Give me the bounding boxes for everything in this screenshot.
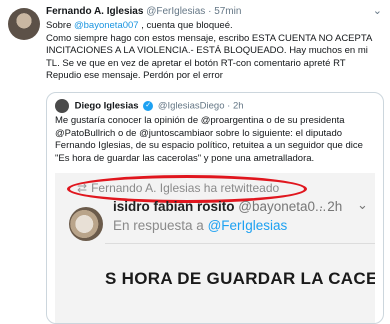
tweet-text-body: Como siempre hago con estos mensaje, esc…	[46, 32, 372, 82]
tweet-header: Fernando A. Iglesias @FerIglesias · 57mi…	[46, 6, 241, 17]
tweet-text-prefix: Sobre	[46, 20, 74, 31]
embedded-reply-prefix: En respuesta a	[113, 218, 208, 233]
chevron-down-icon[interactable]: ⌄	[373, 4, 382, 17]
verified-icon: ✓	[143, 101, 154, 111]
embedded-author-name: isidro fabian rosito	[113, 199, 235, 214]
author-name[interactable]: Fernando A. Iglesias	[46, 6, 143, 17]
embedded-reply-line: En respuesta a @FerIglesias	[113, 218, 287, 233]
embedded-author: isidro fabian rosito @bayoneta0...	[113, 199, 326, 214]
embedded-chevron-icon: ⌄	[357, 197, 368, 212]
divider	[105, 243, 375, 244]
tweet-time[interactable]: 57min	[214, 6, 241, 17]
embedded-author-handle: @bayoneta0...	[238, 199, 327, 214]
quoted-time[interactable]: 2h	[233, 101, 244, 112]
tweet-text-suffix: , cuenta que bloqueé.	[138, 20, 233, 31]
quoted-text: Me gustaría conocer la opinión de @proar…	[55, 115, 363, 164]
quoted-author-handle[interactable]: @IglesiasDiego	[158, 101, 225, 112]
quoted-author-name[interactable]: Diego Iglesias	[75, 101, 139, 112]
separator: ·	[208, 6, 212, 17]
embedded-time: · 2h	[319, 199, 343, 214]
quoted-separator: ·	[227, 100, 231, 112]
tweet-text: Sobre @bayoneta007 , cuenta que bloqueé.…	[46, 20, 382, 83]
quoted-tweet[interactable]: Diego Iglesias ✓ @IglesiasDiego · 2h Me …	[46, 92, 384, 324]
quoted-header: Diego Iglesias ✓ @IglesiasDiego · 2h	[55, 99, 244, 113]
embedded-avatar	[69, 207, 103, 241]
author-avatar[interactable]	[8, 8, 40, 40]
embedded-screenshot[interactable]: ⇄ Fernando A. Iglesias ha retwitteado isi…	[55, 173, 375, 323]
embedded-headline: S HORA DE GUARDAR LA CACEROLAS	[105, 269, 375, 288]
mention-link[interactable]: @bayoneta007	[74, 20, 139, 31]
embedded-reply-mention: @FerIglesias	[207, 218, 288, 233]
author-handle[interactable]: @FerIglesias	[146, 6, 205, 17]
quoted-avatar[interactable]	[55, 99, 69, 113]
